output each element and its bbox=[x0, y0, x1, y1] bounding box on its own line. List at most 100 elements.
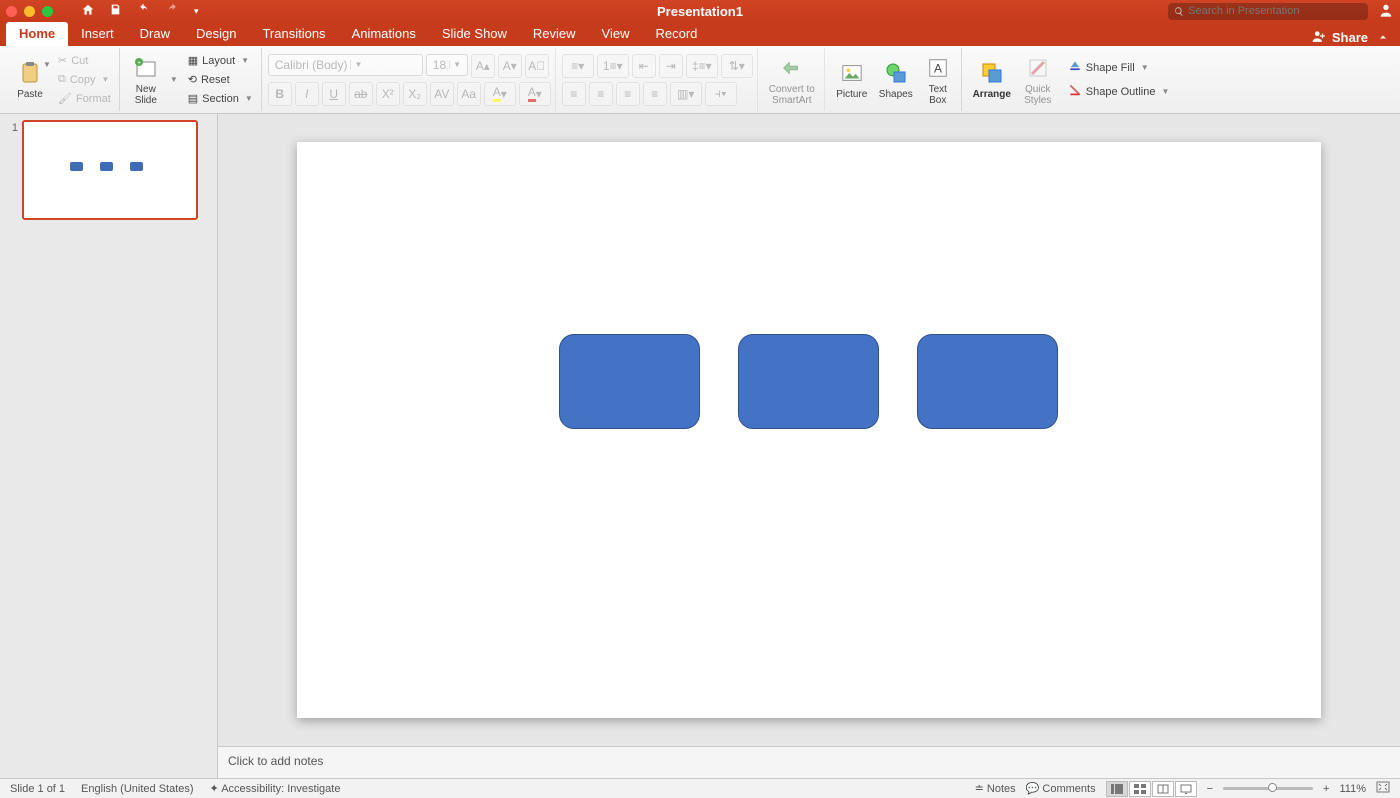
cut-button[interactable]: ✂Cut bbox=[54, 52, 115, 70]
align-center-button[interactable]: ≡ bbox=[589, 82, 613, 106]
shape-fill-button[interactable]: Shape Fill▼ bbox=[1064, 59, 1174, 77]
increase-indent-button[interactable]: ⇥ bbox=[659, 54, 683, 78]
chevron-down-icon[interactable]: ▼ bbox=[43, 60, 51, 69]
ribbon-tabs: Home Insert Draw Design Transitions Anim… bbox=[0, 22, 1400, 46]
paste-button[interactable]: Paste ▼ bbox=[8, 49, 52, 111]
slide-canvas-wrap[interactable] bbox=[218, 114, 1400, 746]
customize-qat-icon[interactable]: ▾ bbox=[194, 6, 199, 17]
tab-draw[interactable]: Draw bbox=[127, 22, 183, 46]
rounded-rectangle-shape[interactable] bbox=[917, 334, 1058, 429]
tab-insert[interactable]: Insert bbox=[68, 22, 127, 46]
notes-toggle[interactable]: ≐ Notes bbox=[975, 782, 1016, 795]
shapes-button[interactable]: Shapes bbox=[875, 49, 917, 111]
font-size-picker[interactable]: 18▼ bbox=[426, 54, 468, 76]
language-label[interactable]: English (United States) bbox=[81, 783, 194, 795]
thumbnail-item[interactable]: 1 bbox=[8, 120, 209, 220]
zoom-in-button[interactable]: + bbox=[1323, 783, 1329, 795]
align-left-button[interactable]: ≡ bbox=[562, 82, 586, 106]
slideshow-view-button[interactable] bbox=[1175, 781, 1197, 797]
new-slide-button[interactable]: + New Slide bbox=[126, 49, 166, 111]
normal-view-button[interactable] bbox=[1106, 781, 1128, 797]
save-icon[interactable] bbox=[109, 3, 122, 19]
character-spacing-button[interactable]: AV bbox=[430, 82, 454, 106]
reset-button[interactable]: ⟲Reset bbox=[184, 71, 257, 89]
tab-animations[interactable]: Animations bbox=[339, 22, 429, 46]
search-input[interactable] bbox=[1188, 5, 1362, 17]
mini-shape bbox=[70, 162, 83, 171]
section-button[interactable]: ▤Section▼ bbox=[184, 90, 257, 108]
bold-button[interactable]: B bbox=[268, 82, 292, 106]
home-icon[interactable] bbox=[81, 3, 95, 20]
comments-toggle[interactable]: 💬 Comments bbox=[1026, 782, 1096, 795]
close-window-button[interactable] bbox=[6, 6, 17, 17]
increase-font-button[interactable]: A▴ bbox=[471, 54, 495, 78]
shape-outline-button[interactable]: Shape Outline▼ bbox=[1064, 83, 1174, 101]
comments-icon: 💬 bbox=[1026, 783, 1043, 795]
slide-thumbnail[interactable] bbox=[22, 120, 198, 220]
decrease-font-button[interactable]: A▾ bbox=[498, 54, 522, 78]
clear-formatting-button[interactable]: A⃠ bbox=[525, 54, 549, 78]
layout-button[interactable]: ▦Layout▼ bbox=[184, 52, 257, 70]
columns-button[interactable]: ▥▾ bbox=[670, 82, 702, 106]
change-case-button[interactable]: Aa bbox=[457, 82, 481, 106]
sorter-view-button[interactable] bbox=[1129, 781, 1151, 797]
zoom-level[interactable]: 111% bbox=[1339, 783, 1366, 795]
font-name-picker[interactable]: Calibri (Body)▼ bbox=[268, 54, 423, 76]
text-direction-button[interactable]: ⇅▾ bbox=[721, 54, 753, 78]
zoom-out-button[interactable]: − bbox=[1207, 783, 1213, 795]
tab-design[interactable]: Design bbox=[183, 22, 249, 46]
copy-button[interactable]: ⧉Copy▼ bbox=[54, 71, 115, 89]
notes-pane[interactable]: Click to add notes bbox=[218, 746, 1400, 778]
italic-button[interactable]: I bbox=[295, 82, 319, 106]
slide-thumbnail-pane[interactable]: 1 bbox=[0, 114, 218, 778]
slide-editor: Click to add notes bbox=[218, 114, 1400, 778]
reading-view-button[interactable] bbox=[1152, 781, 1174, 797]
rounded-rectangle-shape[interactable] bbox=[738, 334, 879, 429]
collapse-ribbon-button[interactable] bbox=[1374, 28, 1392, 46]
thumbnail-number: 1 bbox=[8, 120, 18, 220]
justify-button[interactable]: ≡ bbox=[643, 82, 667, 106]
line-spacing-button[interactable]: ‡≡▾ bbox=[686, 54, 718, 78]
smartart-icon bbox=[778, 54, 806, 82]
font-color-button[interactable]: A▾ bbox=[519, 82, 551, 106]
arrange-button[interactable]: Arrange bbox=[968, 49, 1016, 111]
underline-button[interactable]: U bbox=[322, 82, 346, 106]
slide-canvas[interactable] bbox=[297, 142, 1321, 718]
tab-home[interactable]: Home bbox=[6, 22, 68, 46]
tab-view[interactable]: View bbox=[589, 22, 643, 46]
accessibility-status[interactable]: ✦ Accessibility: Investigate bbox=[210, 782, 341, 795]
layout-icon: ▦ bbox=[188, 54, 198, 67]
strikethrough-button[interactable]: ab bbox=[349, 82, 373, 106]
chevron-down-icon[interactable]: ▼ bbox=[170, 75, 178, 84]
align-right-button[interactable]: ≡ bbox=[616, 82, 640, 106]
tab-review[interactable]: Review bbox=[520, 22, 589, 46]
superscript-button[interactable]: X² bbox=[376, 82, 400, 106]
picture-button[interactable]: Picture bbox=[831, 49, 873, 111]
share-button[interactable]: Share bbox=[1332, 30, 1368, 45]
text-box-button[interactable]: A Text Box bbox=[919, 49, 957, 111]
search-box[interactable] bbox=[1168, 3, 1368, 20]
zoom-slider[interactable] bbox=[1223, 787, 1313, 790]
undo-icon[interactable] bbox=[136, 3, 151, 19]
highlight-button[interactable]: A▾ bbox=[484, 82, 516, 106]
fit-to-window-button[interactable] bbox=[1376, 781, 1390, 796]
decrease-indent-button[interactable]: ⇤ bbox=[632, 54, 656, 78]
picture-icon bbox=[838, 59, 866, 87]
subscript-button[interactable]: X₂ bbox=[403, 82, 427, 106]
slide-counter[interactable]: Slide 1 of 1 bbox=[10, 783, 65, 795]
rounded-rectangle-shape[interactable] bbox=[559, 334, 700, 429]
format-painter-button[interactable]: 🖌Format bbox=[54, 90, 115, 108]
minimize-window-button[interactable] bbox=[24, 6, 35, 17]
zoom-knob[interactable] bbox=[1268, 783, 1277, 792]
redo-icon[interactable] bbox=[165, 3, 180, 19]
quick-styles-button[interactable]: Quick Styles bbox=[1018, 49, 1058, 111]
numbering-button[interactable]: 1≡▾ bbox=[597, 54, 629, 78]
maximize-window-button[interactable] bbox=[42, 6, 53, 17]
bullets-button[interactable]: ≡▾ bbox=[562, 54, 594, 78]
tab-transitions[interactable]: Transitions bbox=[249, 22, 338, 46]
account-icon[interactable] bbox=[1378, 2, 1394, 21]
convert-smartart-button[interactable]: Convert to SmartArt bbox=[764, 49, 820, 111]
tab-record[interactable]: Record bbox=[643, 22, 711, 46]
align-text-button[interactable]: ⫞▾ bbox=[705, 82, 737, 106]
tab-slideshow[interactable]: Slide Show bbox=[429, 22, 520, 46]
